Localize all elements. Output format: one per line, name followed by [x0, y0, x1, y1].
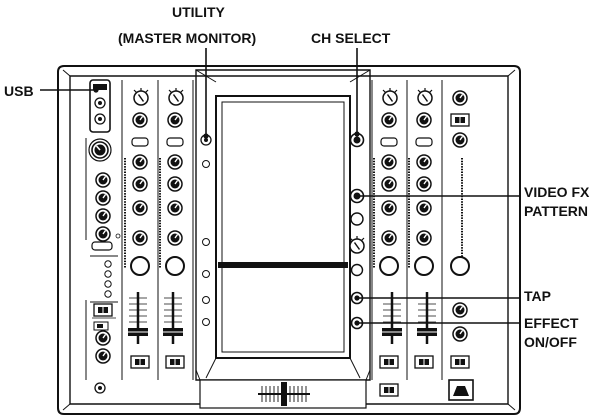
screen-divider-band	[218, 262, 348, 268]
mixer-device-diagram	[40, 48, 521, 415]
headphone-level-knob	[91, 141, 109, 159]
usb-port-panel	[89, 79, 111, 133]
center-screen-section	[195, 69, 371, 381]
